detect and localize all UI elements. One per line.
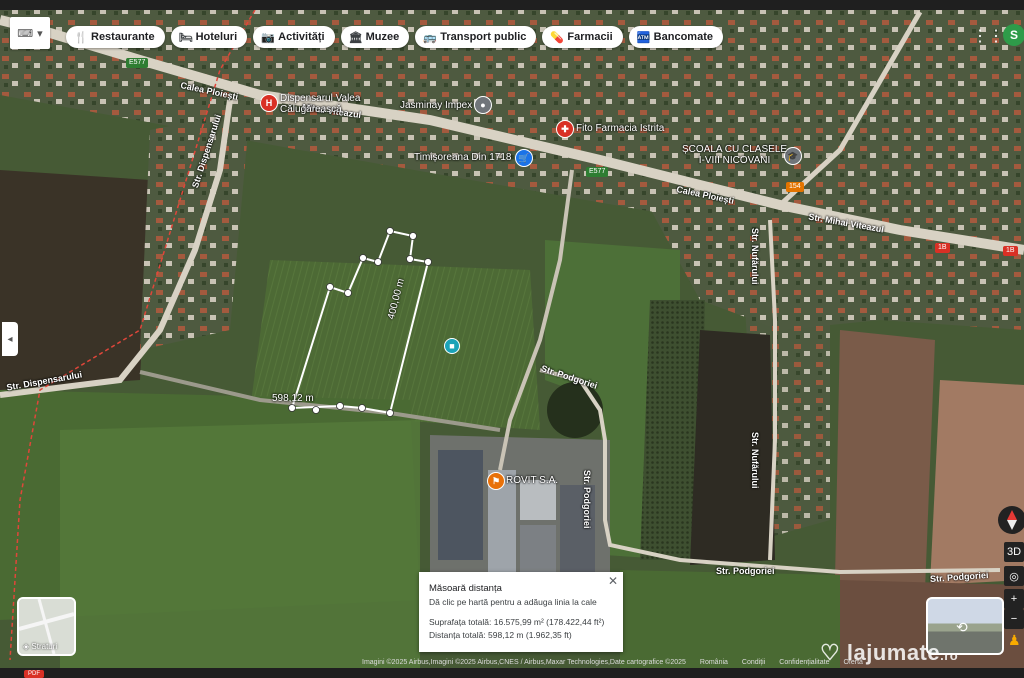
place-label-rovit[interactable]: ROVIT S.A. bbox=[506, 475, 558, 486]
place-pin-icon[interactable]: ● bbox=[474, 96, 492, 114]
pharmacy-icon: 💊 bbox=[550, 31, 565, 44]
chip-activitati[interactable]: 📷 Activități bbox=[253, 26, 335, 48]
road-shield-154: 154 bbox=[786, 182, 804, 192]
chip-label: Hoteluri bbox=[195, 31, 238, 43]
chip-label: Transport public bbox=[440, 31, 527, 43]
chip-hoteluri[interactable]: 🛏 Hoteluri bbox=[170, 26, 248, 48]
chip-muzee[interactable]: 🏛 Muzee bbox=[340, 26, 410, 48]
shop-pin-icon[interactable]: 🛒 bbox=[515, 149, 533, 167]
attribution-text: Imagini ©2025 Airbus,Imagini ©2025 Airbu… bbox=[362, 658, 686, 666]
collapse-side-panel-button[interactable]: ◂ bbox=[2, 322, 18, 356]
road-shield-e577: E577 bbox=[126, 58, 149, 68]
watermark-tld: .ro bbox=[940, 648, 959, 663]
bus-icon: 🚌 bbox=[423, 31, 437, 44]
place-label-timisoreana[interactable]: Timișoreana Din 1718 bbox=[414, 152, 511, 163]
road-shield-1b: 1B bbox=[935, 243, 950, 253]
scoala-line-1: ȘCOALA CU CLASELE bbox=[682, 144, 788, 155]
measure-title: Măsoară distanța bbox=[429, 583, 502, 594]
country-link[interactable]: România bbox=[700, 659, 728, 666]
place-label-dispensar[interactable]: Dispensarul Valea Călugărească bbox=[280, 93, 370, 115]
marker-pin-icon[interactable]: ■ bbox=[444, 338, 460, 354]
watermark: ♡ lajumate.ro bbox=[820, 640, 958, 666]
industry-pin-icon[interactable]: ⚑ bbox=[487, 472, 505, 490]
category-chips: 🍴 Restaurante 🛏 Hoteluri 📷 Activități 🏛 Muze… bbox=[66, 26, 723, 48]
layers-icon: ◈ bbox=[23, 642, 30, 651]
browser-bottom-strip bbox=[0, 668, 1024, 678]
zoom-out-button[interactable]: − bbox=[1004, 609, 1024, 629]
keyboard-shortcuts-button[interactable]: ⌨ ▾ bbox=[10, 17, 50, 49]
measure-subtitle: Dă clic pe hartă pentru a adăuga linia l… bbox=[429, 597, 597, 607]
terms-link[interactable]: Condiții bbox=[742, 659, 765, 666]
chip-label: Farmacii bbox=[567, 31, 613, 43]
browser-top-strip bbox=[0, 0, 1024, 10]
road-label-str-podgoriei: Str. Podgoriei bbox=[716, 566, 775, 576]
scoala-line-2: I-VIII NICOVANI bbox=[698, 155, 771, 166]
compass-needle-icon bbox=[1007, 510, 1017, 530]
place-label-jasminay[interactable]: Jasminay Impex bbox=[400, 100, 472, 111]
chip-label: Muzee bbox=[365, 31, 400, 43]
rotate-360-icon: ⟲ bbox=[956, 619, 968, 635]
keyboard-icon: ⌨ bbox=[17, 27, 34, 40]
bed-icon: 🛏 bbox=[178, 31, 193, 44]
chevron-down-icon: ▾ bbox=[37, 27, 43, 40]
atm-icon: 🏧 bbox=[636, 31, 651, 44]
layers-button[interactable]: ◈ Straturi bbox=[17, 597, 76, 656]
layers-text: Straturi bbox=[31, 642, 58, 651]
zoom-in-button[interactable]: + bbox=[1004, 589, 1024, 609]
fork-knife-icon: 🍴 bbox=[74, 31, 88, 44]
hospital-pin-icon[interactable]: H bbox=[260, 94, 278, 112]
map-footer: Imagini ©2025 Airbus,Imagini ©2025 Airbu… bbox=[362, 656, 863, 668]
pharmacy-pin-icon[interactable]: ✚ bbox=[556, 120, 574, 138]
road-shield-e577: E577 bbox=[586, 167, 609, 177]
road-label-str-nufarului: Str. Nufărului bbox=[750, 432, 760, 489]
pdf-icon[interactable]: PDF bbox=[24, 670, 44, 678]
toggle-3d-button[interactable]: 3D bbox=[1004, 542, 1024, 562]
chip-transport-public[interactable]: 🚌 Transport public bbox=[415, 26, 537, 48]
compass-icon[interactable] bbox=[998, 506, 1024, 534]
measure-distance-panel: Măsoară distanța Dă clic pe hartă pentru… bbox=[419, 572, 623, 652]
road-label-str-nufarului: Str. Nufărului bbox=[750, 228, 760, 285]
place-label-fito[interactable]: Fito Farmacia Istrita bbox=[576, 123, 664, 134]
road-label-str-podgoriei: Str. Podgoriei bbox=[582, 470, 592, 529]
chip-bancomate[interactable]: 🏧 Bancomate bbox=[628, 26, 723, 48]
chip-label: Bancomate bbox=[653, 31, 713, 43]
avatar[interactable]: S bbox=[1003, 24, 1024, 46]
camera-icon: 📷 bbox=[261, 31, 275, 44]
heart-logo-icon: ♡ bbox=[820, 640, 841, 665]
pegman-icon[interactable]: ♟ bbox=[1008, 632, 1021, 649]
chip-farmacii[interactable]: 💊 Farmacii bbox=[542, 26, 623, 48]
chip-label: Restaurante bbox=[91, 31, 155, 43]
measure-total-area: Suprafața totală: 16.575,99 m² (178.422,… bbox=[429, 617, 605, 627]
place-label-scoala[interactable]: ȘCOALA CU CLASELE I-VIII NICOVANI bbox=[682, 144, 787, 166]
path-length-label: 598,12 m bbox=[272, 393, 314, 404]
chip-label: Activități bbox=[278, 31, 325, 43]
museum-icon: 🏛 bbox=[348, 31, 363, 44]
measure-total-distance: Distanța totală: 598,12 m (1.962,35 ft) bbox=[429, 630, 572, 640]
watermark-brand: lajumate bbox=[846, 640, 941, 665]
chevron-left-icon: ◂ bbox=[7, 333, 13, 345]
chip-restaurante[interactable]: 🍴 Restaurante bbox=[66, 26, 165, 48]
close-icon[interactable]: ✕ bbox=[608, 574, 618, 588]
my-location-icon[interactable]: ◎ bbox=[1004, 566, 1024, 586]
layers-label: ◈ Straturi bbox=[23, 642, 57, 651]
road-shield-1b: 1B bbox=[1003, 246, 1018, 256]
